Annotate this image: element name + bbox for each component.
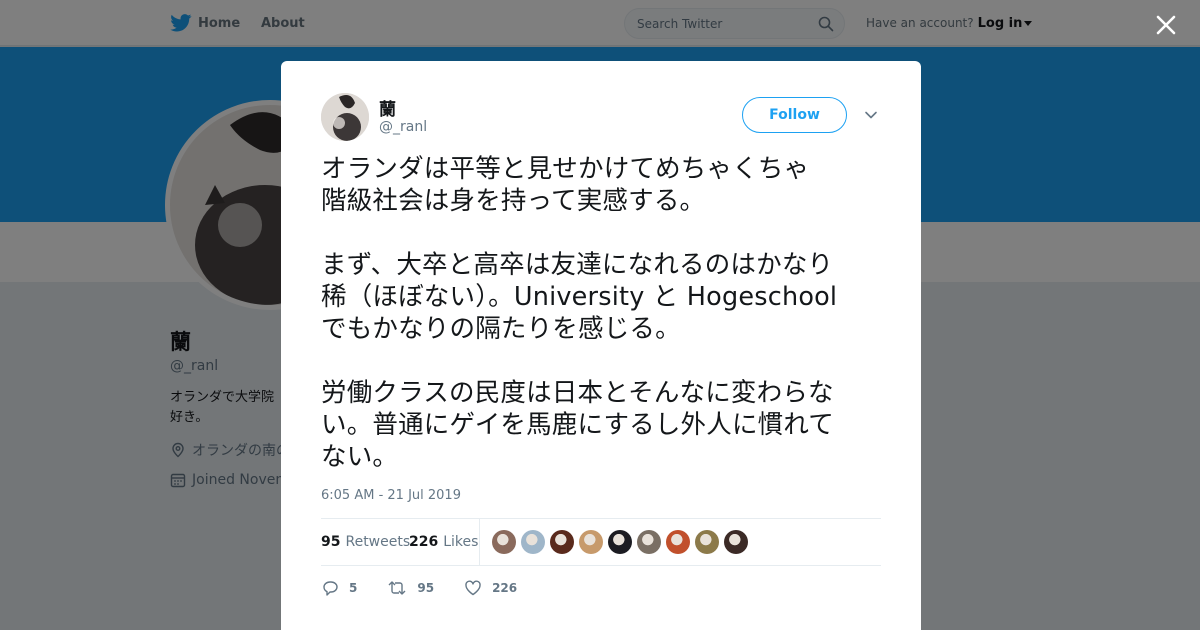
tweet-stats: 95 Retweets 226 Likes xyxy=(321,518,881,566)
stats-divider xyxy=(479,519,480,565)
tweet-modal: 蘭 @_ranl Follow オランダは平等と見せかけてめちゃくちゃ 階級社会… xyxy=(281,61,921,630)
reply-icon xyxy=(323,581,338,596)
likes-label: Likes xyxy=(443,534,479,550)
liker-avatar[interactable] xyxy=(579,530,603,554)
retweets-label: Retweets xyxy=(345,534,411,550)
reply-button[interactable]: 5 xyxy=(321,579,357,597)
tweet-line: 労働クラスの民度は日本とそんなに変わらな xyxy=(321,378,834,408)
liker-avatar[interactable] xyxy=(666,530,690,554)
likes-stat[interactable]: 226 Likes xyxy=(409,519,478,565)
tweet-line: い。普通にゲイを馬鹿にするし外人に慣れて xyxy=(321,410,834,440)
liker-avatars xyxy=(492,530,753,554)
likes-count: 226 xyxy=(409,534,439,550)
close-icon[interactable] xyxy=(1154,13,1178,37)
retweets-stat[interactable]: 95 Retweets xyxy=(321,519,410,565)
like-button[interactable]: 226 xyxy=(464,579,517,597)
tweet-timestamp[interactable]: 6:05 AM - 21 Jul 2019 xyxy=(321,488,461,503)
tweet-line: 稀（ほぼない）。University と Hogeschool xyxy=(321,282,838,312)
tweet-author-name[interactable]: 蘭 xyxy=(379,95,396,120)
liker-avatar[interactable] xyxy=(521,530,545,554)
retweet-icon xyxy=(388,581,406,595)
liker-avatar[interactable] xyxy=(695,530,719,554)
tweet-line: オランダは平等と見せかけてめちゃくちゃ xyxy=(321,154,810,184)
tweet-line: 階級社会は身を持って実感する。 xyxy=(321,186,706,216)
tweet-line: まず、大卒と高卒は友達になれるのはかなり xyxy=(321,250,834,280)
cat-avatar-icon xyxy=(321,93,369,141)
tweet-text: オランダは平等と見せかけてめちゃくちゃ 階級社会は身を持って実感する。 まず、大… xyxy=(321,153,881,473)
follow-button[interactable]: Follow xyxy=(742,97,847,133)
reply-count: 5 xyxy=(349,581,358,595)
tweet-author-avatar[interactable] xyxy=(321,93,369,141)
chevron-down-icon[interactable] xyxy=(863,107,879,123)
liker-avatar[interactable] xyxy=(637,530,661,554)
heart-icon xyxy=(465,580,481,596)
tweet-line: ない。 xyxy=(321,442,399,472)
liker-avatar[interactable] xyxy=(608,530,632,554)
retweets-count: 95 xyxy=(321,534,341,550)
liker-avatar[interactable] xyxy=(724,530,748,554)
retweet-button[interactable]: 95 xyxy=(387,579,434,597)
tweet-actions: 5 95 226 xyxy=(321,578,547,598)
retweet-count: 95 xyxy=(417,581,435,595)
tweet-author-handle[interactable]: @_ranl xyxy=(379,119,427,135)
like-count: 226 xyxy=(492,581,518,595)
liker-avatar[interactable] xyxy=(550,530,574,554)
liker-avatar[interactable] xyxy=(492,530,516,554)
tweet-line: でもかなりの隔たりを感じる。 xyxy=(321,314,681,344)
